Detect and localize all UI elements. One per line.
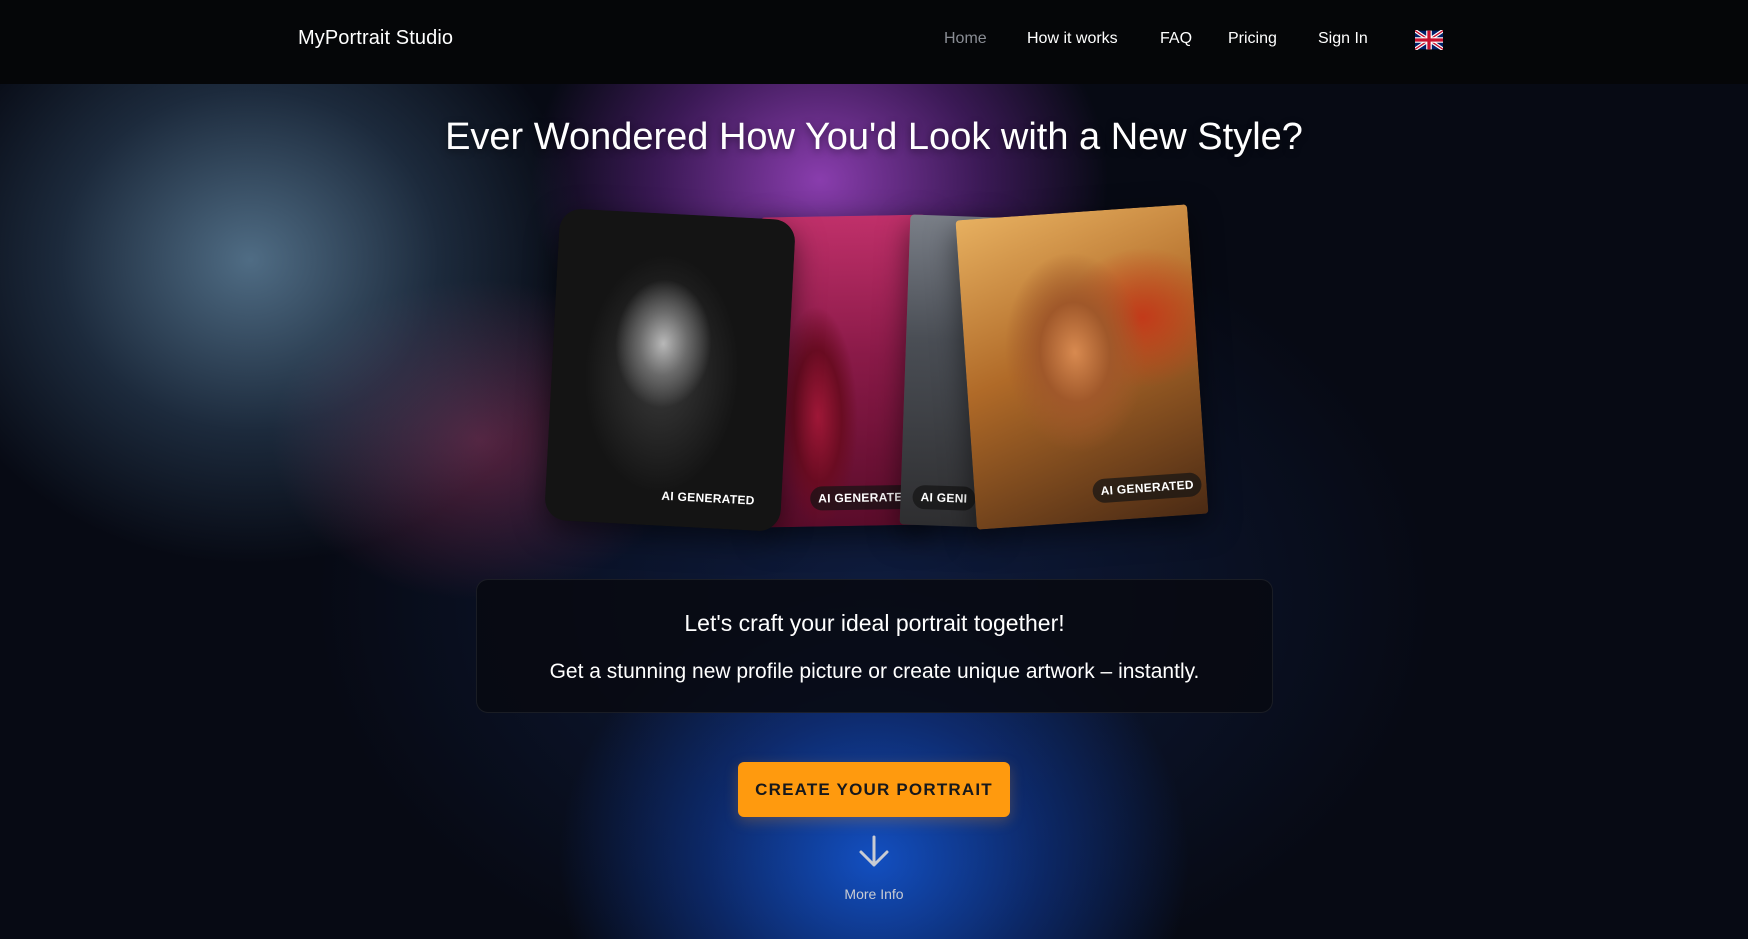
create-portrait-button[interactable]: CREATE YOUR PORTRAIT xyxy=(738,762,1010,817)
portrait-card-bw-woman: AI GENERATED xyxy=(543,208,797,532)
arrow-down-icon[interactable] xyxy=(856,834,892,870)
landing-page: MyPortrait Studio Home How it works FAQ … xyxy=(0,0,1748,939)
ai-generated-badge: AI GENI xyxy=(912,484,976,511)
intro-box: Let's craft your ideal portrait together… xyxy=(476,579,1273,713)
more-info-link[interactable]: More Info xyxy=(0,886,1748,902)
intro-heading: Let's craft your ideal portrait together… xyxy=(684,610,1065,636)
portrait-card-man: AI GENERATED xyxy=(955,204,1209,530)
ai-generated-badge: AI GENERATED xyxy=(1091,471,1203,504)
intro-subtext: Get a stunning new profile picture or cr… xyxy=(549,660,1200,683)
ai-generated-badge: AI GENERATED xyxy=(661,488,756,508)
portrait-card-stack: AI GENERATED AI GENI AI GENERATED AI GEN… xyxy=(0,0,1748,560)
